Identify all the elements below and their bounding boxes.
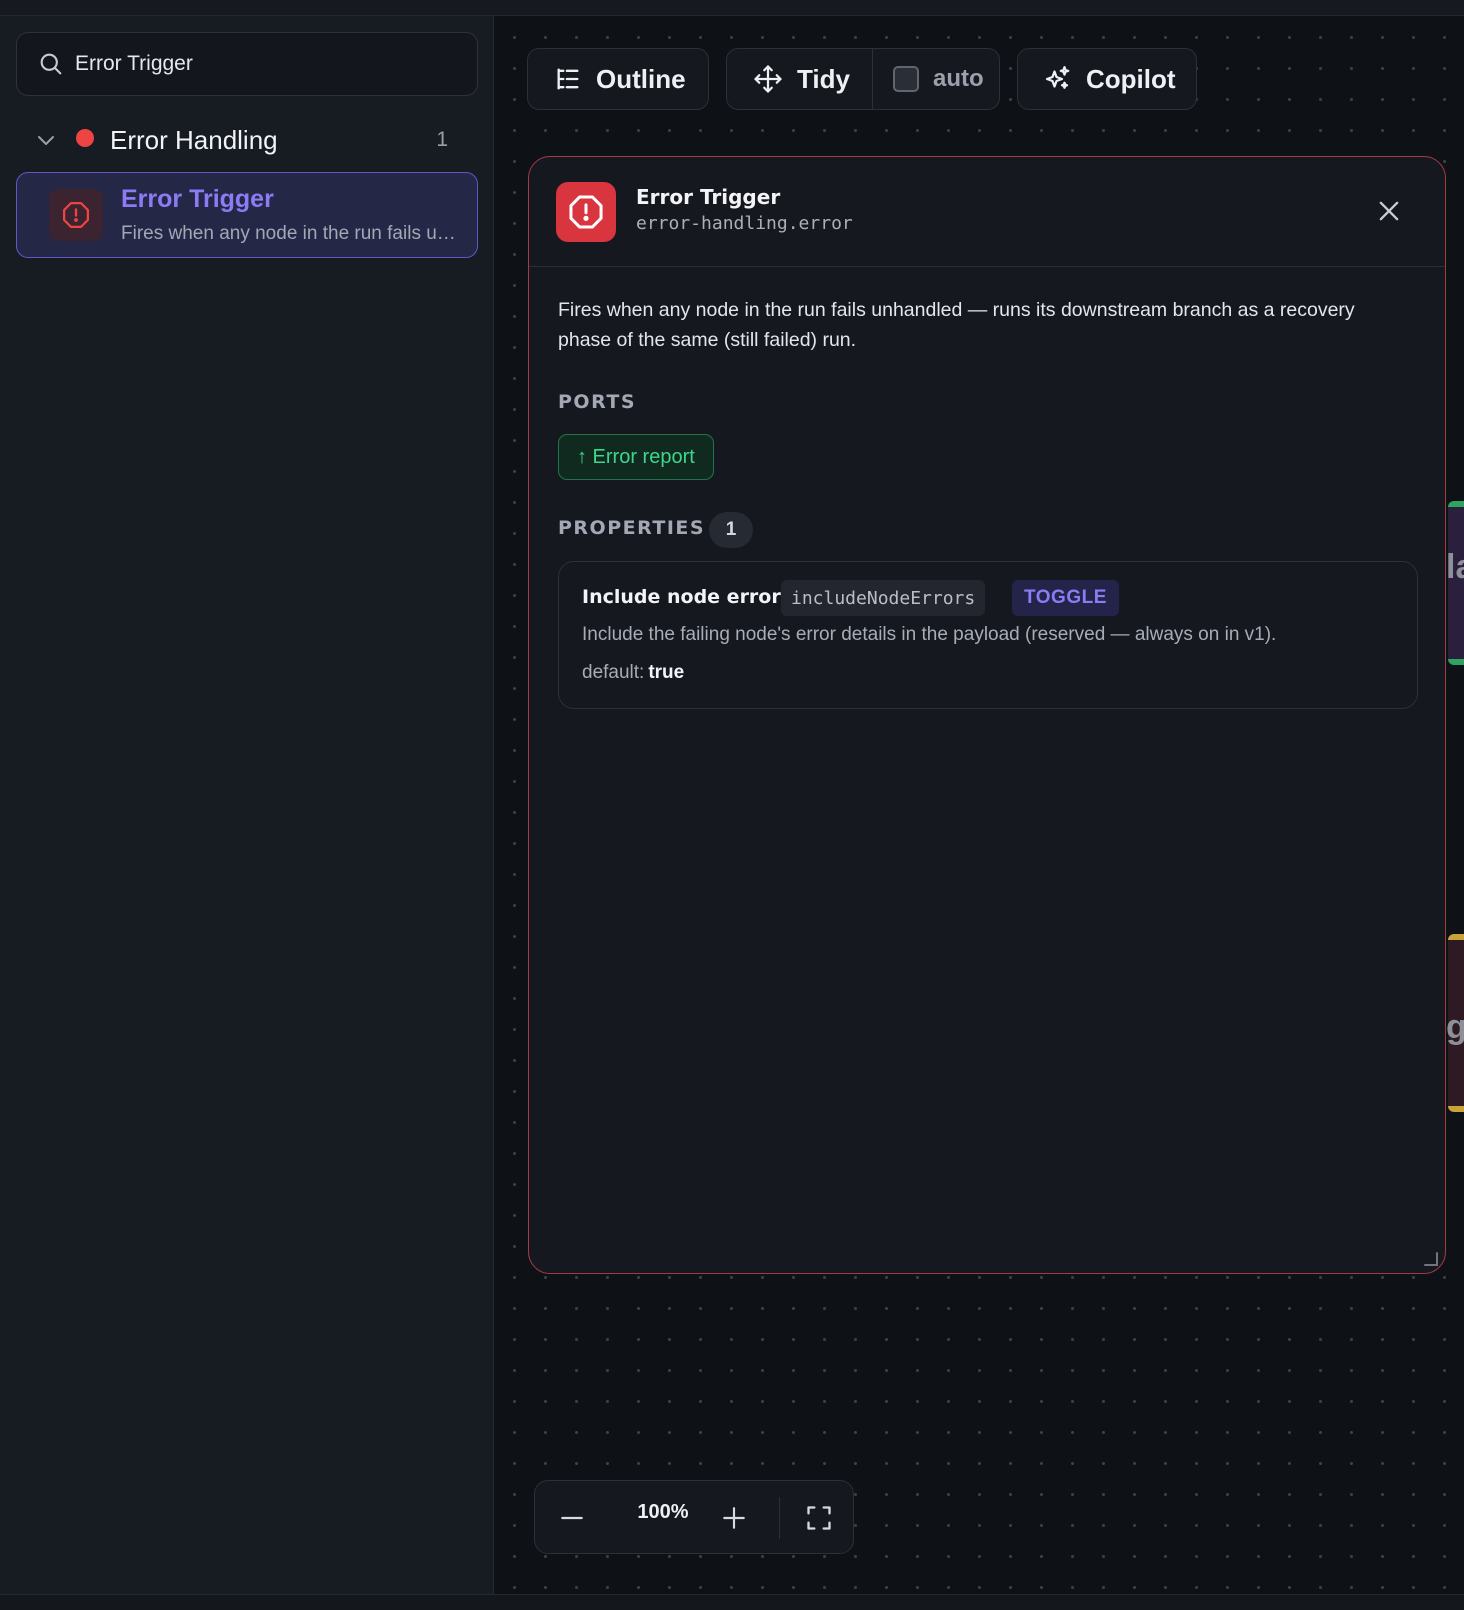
tidy-group: Tidy auto <box>726 48 1000 110</box>
alert-octagon-icon <box>569 195 603 229</box>
properties-count-badge: 1 <box>709 512 753 548</box>
copilot-button[interactable]: Copilot <box>1017 48 1197 110</box>
property-description: Include the failing node's error details… <box>582 624 1277 645</box>
resize-handle-icon[interactable] <box>1421 1249 1439 1267</box>
panel-title: Error Trigger <box>636 185 781 209</box>
panel-header: Error Trigger error-handling.error <box>529 157 1445 267</box>
node-item-title: Error Trigger <box>121 185 274 213</box>
panel-node-type: error-handling.error <box>636 213 853 234</box>
node-library-sidebar: Error Handling 1 Error Trigger Fires whe… <box>0 16 494 1594</box>
move-arrows-icon <box>754 65 782 93</box>
panel-icon-box <box>556 182 616 242</box>
fit-view-icon[interactable] <box>805 1504 833 1532</box>
property-default-value: true <box>648 662 685 683</box>
close-icon[interactable] <box>1375 197 1403 225</box>
copilot-label: Copilot <box>1086 63 1176 94</box>
offscreen-node-label: la <box>1446 548 1464 586</box>
property-card: Include node errors includeNodeErrors TO… <box>558 561 1418 709</box>
property-key: includeNodeErrors <box>781 580 986 616</box>
outline-label: Outline <box>596 63 686 94</box>
zoom-out-icon[interactable] <box>559 1505 585 1531</box>
group-error-handling[interactable]: Error Handling 1 <box>16 112 478 168</box>
auto-label: auto <box>933 65 984 92</box>
sparkles-icon <box>1045 66 1070 89</box>
tidy-label: Tidy <box>797 63 850 94</box>
ports-section-label: PORTS <box>558 391 636 413</box>
node-item-description: Fires when any node in the run fails unh… <box>121 223 457 244</box>
node-item-icon-box <box>49 189 103 241</box>
outline-button[interactable]: Outline <box>527 48 709 110</box>
zoom-level: 100% <box>637 1501 689 1523</box>
port-chip-error-report[interactable]: ↑ Error report <box>558 434 714 480</box>
property-name: Include node errors <box>582 586 793 608</box>
search-icon <box>40 53 62 75</box>
search-input[interactable] <box>65 33 477 95</box>
auto-tidy-toggle[interactable]: auto <box>873 49 984 109</box>
chevron-down-icon[interactable] <box>34 128 58 152</box>
zoom-in-icon[interactable] <box>721 1505 747 1531</box>
auto-checkbox[interactable] <box>893 66 919 92</box>
alert-octagon-icon <box>63 202 89 228</box>
group-label: Error Handling <box>110 124 278 155</box>
node-detail-panel: Error Trigger error-handling.error Fires… <box>528 156 1446 1274</box>
zoom-divider <box>779 1497 780 1539</box>
panel-description: Fires when any node in the run fails unh… <box>558 299 1355 351</box>
bottom-bar <box>0 1594 1464 1610</box>
outline-list-icon <box>557 68 579 90</box>
zoom-controls: 100% <box>534 1480 854 1554</box>
group-color-dot <box>76 129 94 147</box>
property-type-badge: TOGGLE <box>1012 580 1119 616</box>
group-count-badge: 1 <box>436 128 448 151</box>
property-default-label: default: <box>582 662 645 683</box>
property-default: default: true <box>582 662 684 684</box>
properties-section-label: PROPERTIES <box>558 517 706 539</box>
tidy-button[interactable]: Tidy <box>727 49 873 109</box>
sidebar-item-error-trigger[interactable]: Error Trigger Fires when any node in the… <box>16 172 478 258</box>
offscreen-node-label: g <box>1446 1008 1464 1046</box>
top-bar <box>0 0 1464 16</box>
search-box[interactable] <box>16 32 478 96</box>
